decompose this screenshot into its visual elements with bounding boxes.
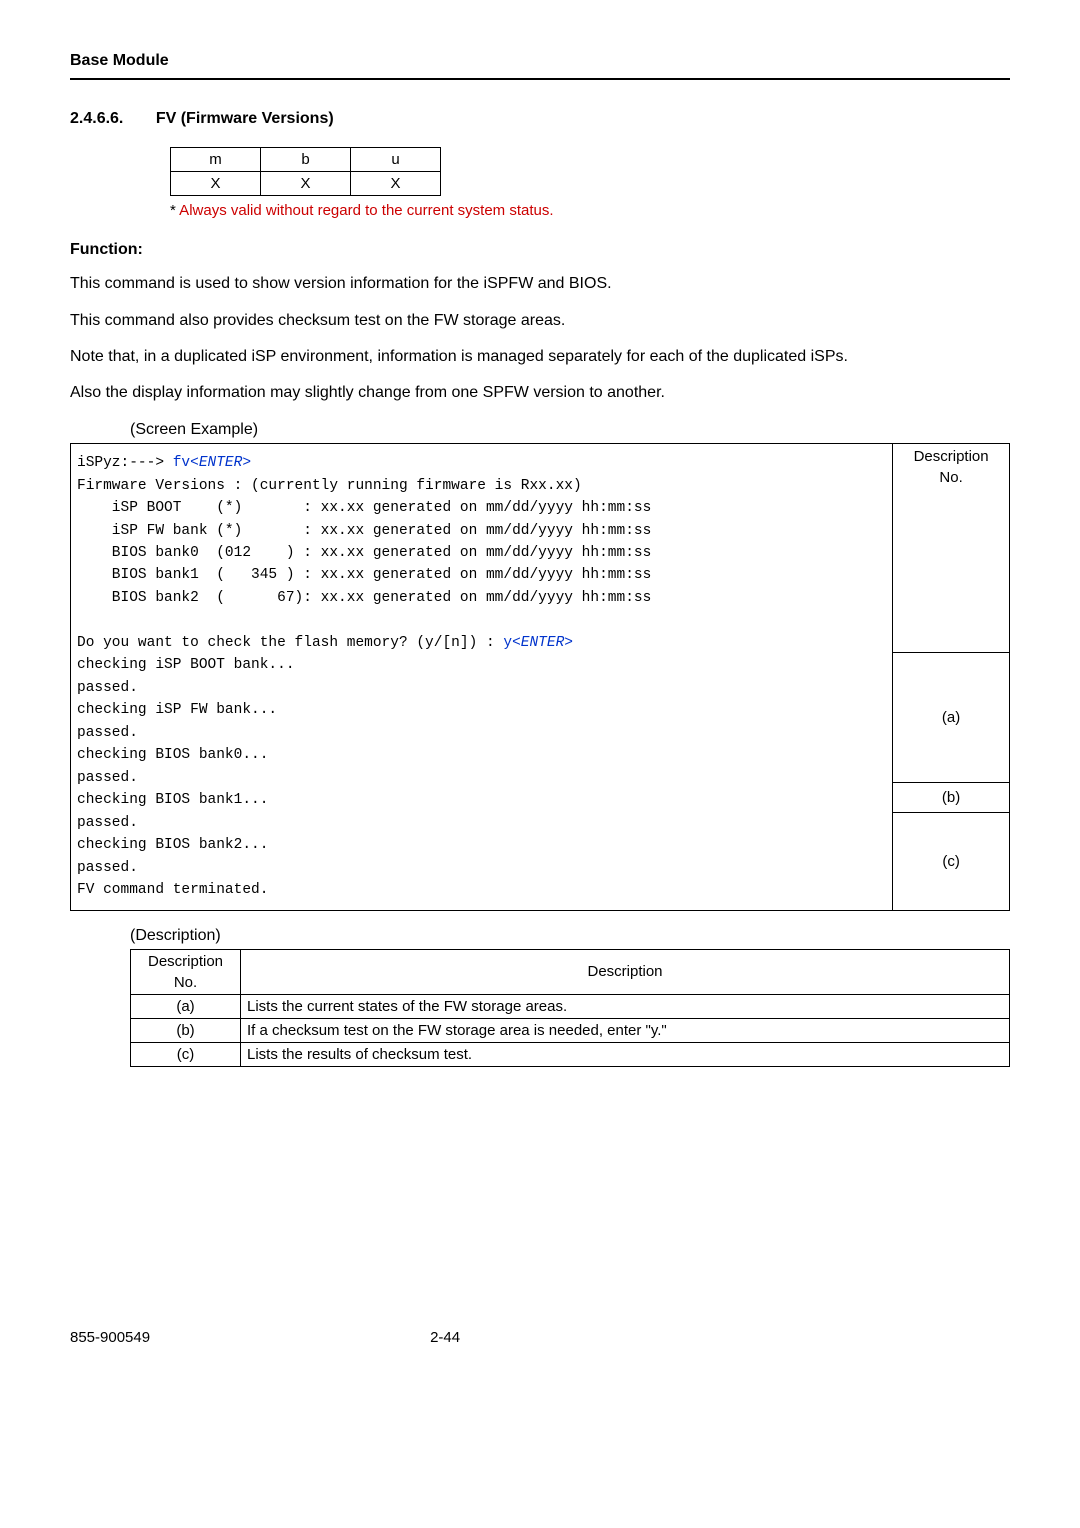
footer-docnum: 855-900549 [70, 1327, 150, 1348]
marker-c: (c) [893, 812, 1010, 910]
fv-check2: passed. [77, 680, 138, 696]
fv-check6: passed. [77, 770, 138, 786]
fv-question-y: y [503, 635, 512, 651]
desc-row-c-no: (c) [131, 1042, 241, 1066]
cmd-fv: fv [173, 455, 190, 471]
marker-a: (a) [893, 652, 1010, 782]
fv-check1: checking iSP BOOT bank... [77, 657, 295, 673]
desc-col-head: Description No. [893, 444, 1010, 653]
marker-b: (b) [893, 782, 1010, 812]
function-p1: This command is used to show version inf… [70, 273, 1010, 295]
table-row: (c) Lists the results of checksum test. [131, 1042, 1010, 1066]
desc-row-a-no: (a) [131, 994, 241, 1018]
fv-check5: checking BIOS bank0... [77, 747, 268, 763]
desc-row-b-no: (b) [131, 1018, 241, 1042]
screen-example-label: (Screen Example) [130, 419, 1010, 441]
cmd-enter: <ENTER> [190, 455, 251, 471]
fv-line4: BIOS bank0 (012 ) : xx.xx generated on m… [77, 545, 651, 561]
desc-row-b-text: If a checksum test on the FW storage are… [241, 1018, 1010, 1042]
page-header: Base Module [70, 50, 1010, 72]
description-label: (Description) [130, 925, 1010, 947]
perm-header-m: m [171, 147, 261, 171]
function-heading: Function: [70, 239, 1010, 261]
asterisk-note: * Always valid without regard to the cur… [170, 200, 1010, 221]
fv-line2: iSP BOOT (*) : xx.xx generated on mm/dd/… [77, 500, 651, 516]
fv-question-enter: <ENTER> [512, 635, 573, 651]
prompt-prefix: iSPyz:---> [77, 455, 173, 471]
perm-value-b: X [261, 171, 351, 195]
perm-value-m: X [171, 171, 261, 195]
desc-row-a-text: Lists the current states of the FW stora… [241, 994, 1010, 1018]
desc-col-2-head: Description [241, 949, 1010, 994]
fv-check11: FV command terminated. [77, 882, 268, 898]
fv-line3: iSP FW bank (*) : xx.xx generated on mm/… [77, 523, 651, 539]
function-p3: Note that, in a duplicated iSP environme… [70, 346, 1010, 368]
desc-row-c-text: Lists the results of checksum test. [241, 1042, 1010, 1066]
fv-check7: checking BIOS bank1... [77, 792, 268, 808]
fv-check4: passed. [77, 725, 138, 741]
section-title: FV (Firmware Versions) [156, 110, 334, 127]
fv-check9: checking BIOS bank2... [77, 837, 268, 853]
screen-example-table: iSPyz:---> fv<ENTER> Firmware Versions :… [70, 443, 1010, 910]
function-p2: This command also provides checksum test… [70, 310, 1010, 332]
permission-table: m b u X X X [170, 147, 441, 196]
function-p4: Also the display information may slightl… [70, 382, 1010, 404]
footer-pagenum: 2-44 [430, 1327, 460, 1348]
fv-check3: checking iSP FW bank... [77, 702, 277, 718]
description-table: Description No. Description (a) Lists th… [130, 949, 1010, 1067]
fv-question-prefix: Do you want to check the flash memory? (… [77, 635, 503, 651]
table-row: (b) If a checksum test on the FW storage… [131, 1018, 1010, 1042]
fv-check8: passed. [77, 815, 138, 831]
perm-value-u: X [351, 171, 441, 195]
perm-header-u: u [351, 147, 441, 171]
fv-line6: BIOS bank2 ( 67): xx.xx generated on mm/… [77, 590, 651, 606]
desc-col-1-head: Description No. [131, 949, 241, 994]
perm-header-b: b [261, 147, 351, 171]
section-heading: 2.4.6.6. FV (Firmware Versions) [70, 108, 1010, 130]
table-row: (a) Lists the current states of the FW s… [131, 994, 1010, 1018]
section-number: 2.4.6.6. [70, 108, 123, 130]
fv-check10: passed. [77, 860, 138, 876]
screen-output: iSPyz:---> fv<ENTER> Firmware Versions :… [77, 452, 882, 901]
fv-line1: Firmware Versions : (currently running f… [77, 478, 582, 494]
header-rule [70, 78, 1010, 80]
footer: 855-900549 2-44 [70, 1327, 1010, 1348]
asterisk-note-text: Always valid without regard to the curre… [176, 202, 554, 219]
fv-line5: BIOS bank1 ( 345 ) : xx.xx generated on … [77, 567, 651, 583]
